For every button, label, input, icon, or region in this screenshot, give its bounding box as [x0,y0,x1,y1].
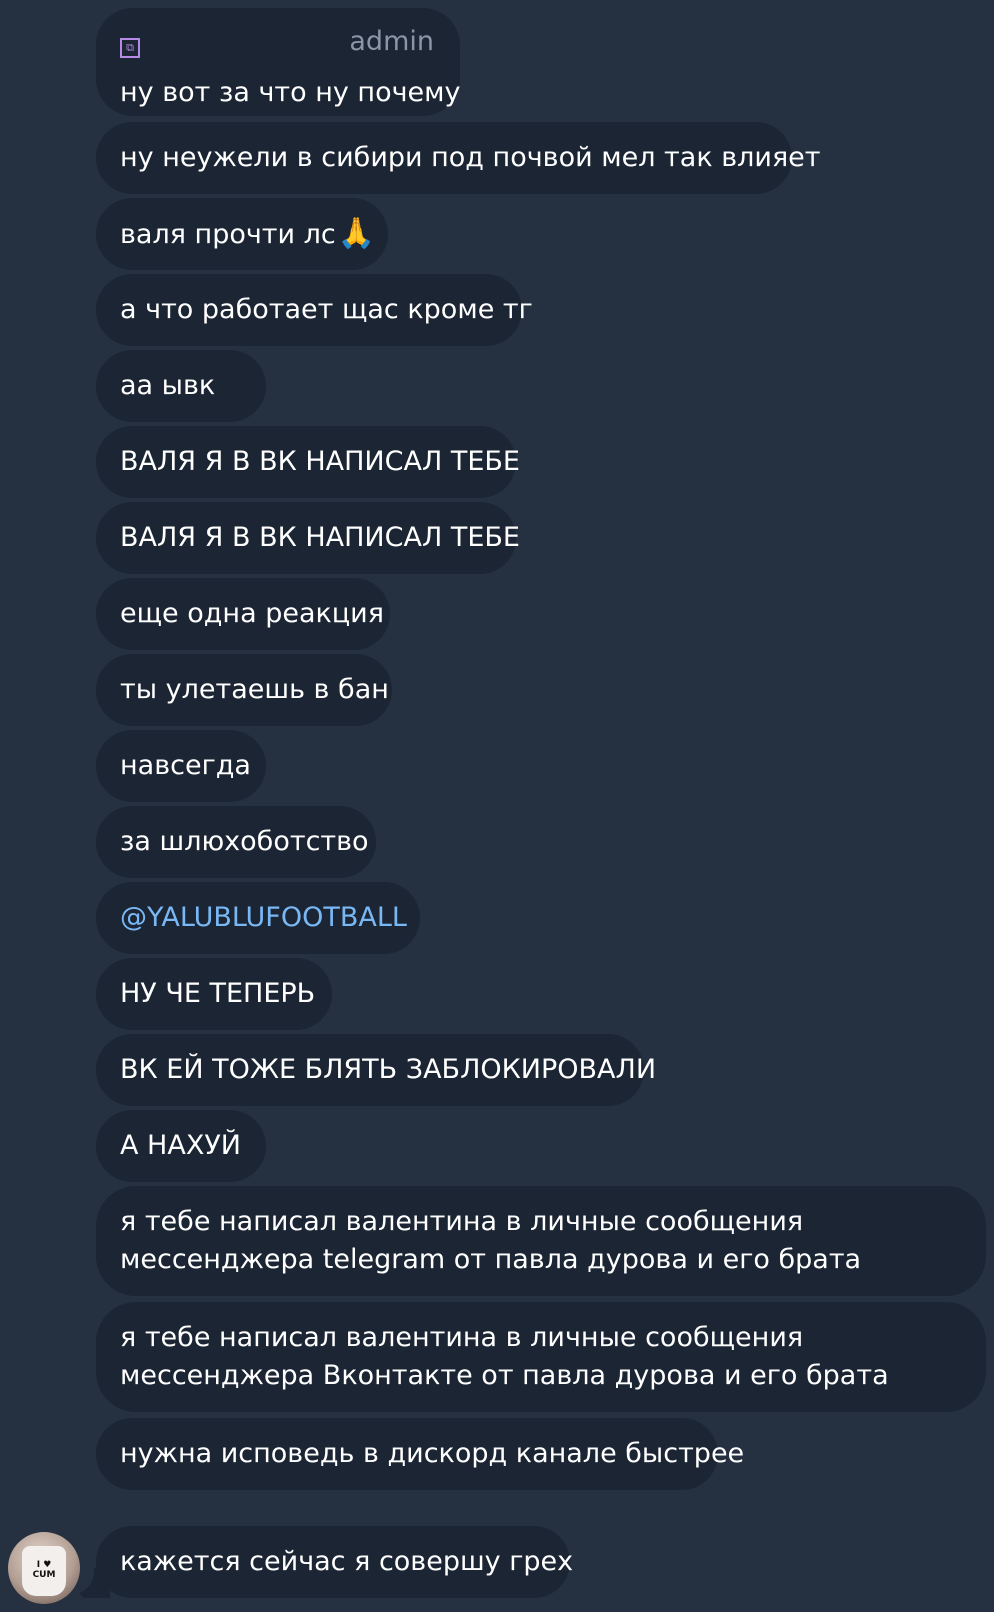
message-bubble[interactable]: ВК ЕЙ ТОЖЕ БЛЯТЬ ЗАБЛОКИРОВАЛИ [96,1034,657,1106]
custom-emoji-icon: ⧉ [120,38,140,58]
message-bubble[interactable]: А НАХУЙ [96,1110,266,1182]
message-bubble[interactable]: @YALUBLUFOOTBALL [96,882,420,954]
avatar-shirt-text: I ♥ CUM [32,1560,56,1580]
message-text: ты улетаешь в бан [120,674,389,705]
message-bubble[interactable]: ну неужели в сибири под почвой мел так в… [96,122,821,194]
message-bubble[interactable]: кажется сейчас я совершу грех [96,1526,574,1598]
admin-label: admin [349,26,434,57]
message-bubble[interactable]: навсегда [96,730,266,802]
user-mention-link[interactable]: @YALUBLUFOOTBALL [120,899,407,937]
message-text: кажется сейчас я совершу грех [120,1546,574,1577]
message-text: ВАЛЯ Я В ВК НАПИСАЛ ТЕБЕ [120,446,520,477]
message-bubble[interactable]: нужна исповедь в дискорд канале быстрее [96,1418,745,1490]
message-bubble[interactable]: НУ ЧЕ ТЕПЕРЬ [96,958,332,1030]
message-bubble[interactable]: ⧉ admin ну вот за что ну почему [96,8,461,116]
message-text: ВАЛЯ Я В ВК НАПИСАЛ ТЕБЕ [120,522,520,553]
message-bubble[interactable]: я тебе написал валентина в личные сообще… [96,1302,986,1412]
message-bubble[interactable]: еще одна реакция [96,578,390,650]
message-text: еще одна реакция [120,598,384,629]
message-bubble[interactable]: ВАЛЯ Я В ВК НАПИСАЛ ТЕБЕ [96,502,520,574]
message-bubble[interactable]: валя прочти лс🙏 [96,198,388,270]
message-text-line: я тебе написал валентина в личные сообще… [120,1206,804,1237]
chat-history: ⧉ admin ну вот за что ну почему ну неуже… [0,0,994,1612]
message-text-part: валя прочти лс [120,218,336,250]
message-text: А НАХУЙ [120,1130,241,1161]
message-bubble[interactable]: а что работает щас кроме тг [96,274,533,346]
message-bubble[interactable]: я тебе написал валентина в личные сообще… [96,1186,986,1296]
message-text: ну вот за что ну почему [120,77,461,108]
message-bubble[interactable]: за шлюхоботство [96,806,376,878]
message-bubble[interactable]: аа ывк [96,350,266,422]
message-text: ВК ЕЙ ТОЖЕ БЛЯТЬ ЗАБЛОКИРОВАЛИ [120,1054,657,1085]
message-text-line: мессенджера Вконтакте от павла дурова и … [120,1360,889,1391]
folded-hands-emoji: 🙏 [337,215,376,251]
message-text-line: я тебе написал валентина в личные сообще… [120,1322,804,1353]
user-avatar[interactable]: I ♥ CUM [8,1532,80,1604]
message-text: навсегда [120,750,251,781]
message-text: аа ывк [120,370,216,401]
message-bubble[interactable]: ты улетаешь в бан [96,654,392,726]
message-text: нужна исповедь в дискорд канале быстрее [120,1438,745,1469]
message-text: за шлюхоботство [120,826,369,857]
message-text: ну неужели в сибири под почвой мел так в… [120,142,821,173]
message-text-line: мессенджера telegram от павла дурова и е… [120,1244,862,1275]
message-text: НУ ЧЕ ТЕПЕРЬ [120,978,316,1009]
message-text: валя прочти лс🙏 [120,215,375,254]
message-text: а что работает щас кроме тг [120,294,533,325]
message-bubble[interactable]: ВАЛЯ Я В ВК НАПИСАЛ ТЕБЕ [96,426,520,498]
